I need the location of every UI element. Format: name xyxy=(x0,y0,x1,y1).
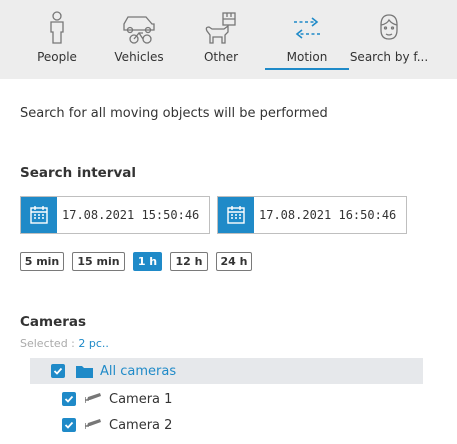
range-15min-button[interactable]: 15 min xyxy=(72,252,125,271)
tab-vehicles-label: Vehicles xyxy=(114,50,164,64)
camera-2-label: Camera 2 xyxy=(109,417,173,433)
tree-row-camera-2[interactable]: Camera 2 xyxy=(30,412,423,438)
tab-people[interactable]: People xyxy=(13,0,101,79)
range-5min-button[interactable]: 5 min xyxy=(20,252,64,271)
checkbox-camera-2[interactable] xyxy=(62,418,76,432)
tab-search-by-face-label: Search by f... xyxy=(349,50,429,64)
range-1h-button[interactable]: 1 h xyxy=(133,252,162,271)
date-from-field[interactable]: 17.08.2021 15:50:46 xyxy=(20,196,210,234)
selected-count: Selected : 2 pc.. xyxy=(20,337,109,350)
tab-vehicles[interactable]: Vehicles xyxy=(95,0,183,79)
camera-icon xyxy=(85,392,103,406)
motion-search-description: Search for all moving objects will be pe… xyxy=(20,106,328,121)
object-type-tabbar: People Vehicles Other Motion Search by f… xyxy=(0,0,457,79)
cameras-title: Cameras xyxy=(20,314,87,330)
tree-row-all-cameras[interactable]: All cameras xyxy=(30,358,423,384)
calendar-icon[interactable] xyxy=(21,197,57,233)
selected-count-link[interactable]: 2 pc.. xyxy=(78,337,109,350)
tab-motion[interactable]: Motion xyxy=(263,0,351,79)
active-tab-indicator xyxy=(265,68,349,70)
vehicle-icon xyxy=(95,10,183,46)
tree-row-camera-1[interactable]: Camera 1 xyxy=(30,386,423,412)
other-objects-icon xyxy=(177,10,265,46)
date-to-value: 17.08.2021 16:50:46 xyxy=(259,208,397,222)
tab-other[interactable]: Other xyxy=(177,0,265,79)
tab-search-by-face[interactable]: Search by f... xyxy=(343,0,435,79)
tab-motion-label: Motion xyxy=(286,50,328,64)
camera-icon xyxy=(85,418,103,432)
camera-1-label: Camera 1 xyxy=(109,391,173,407)
date-from-value: 17.08.2021 15:50:46 xyxy=(62,208,200,222)
range-12h-button[interactable]: 12 h xyxy=(170,252,208,271)
range-24h-button[interactable]: 24 h xyxy=(216,252,252,271)
all-cameras-label: All cameras xyxy=(100,363,177,379)
folder-icon xyxy=(76,365,93,378)
person-icon xyxy=(13,10,101,46)
search-interval-title: Search interval xyxy=(20,165,137,181)
checkbox-camera-1[interactable] xyxy=(62,392,76,406)
date-to-field[interactable]: 17.08.2021 16:50:46 xyxy=(217,196,407,234)
face-icon xyxy=(343,10,435,46)
tab-other-label: Other xyxy=(203,50,239,64)
calendar-icon[interactable] xyxy=(218,197,254,233)
tab-people-label: People xyxy=(37,50,77,64)
motion-arrows-icon xyxy=(263,10,351,46)
selected-label: Selected : xyxy=(20,337,75,350)
checkbox-all-cameras[interactable] xyxy=(51,364,65,378)
